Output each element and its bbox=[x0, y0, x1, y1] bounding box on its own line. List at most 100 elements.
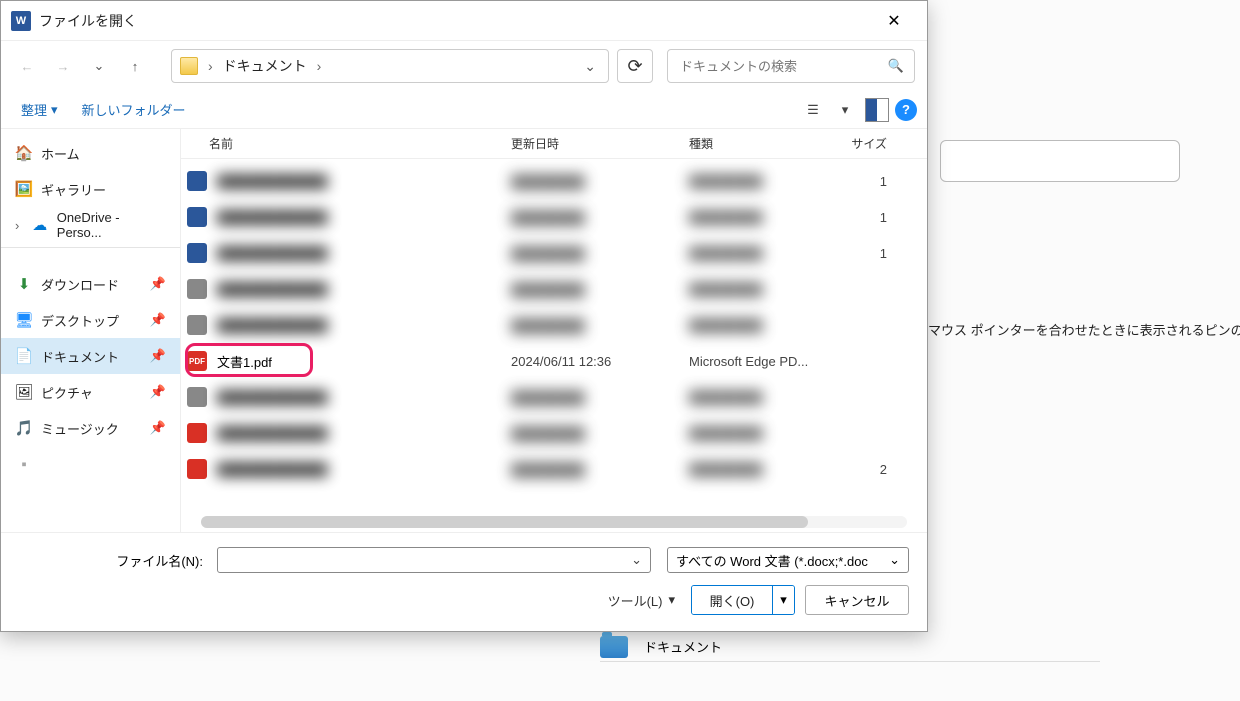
sidebar-item-label: ホーム bbox=[41, 144, 80, 163]
col-name[interactable]: 名前 bbox=[187, 135, 511, 152]
file-icon bbox=[187, 207, 207, 227]
tools-button[interactable]: ツール(L) ▾ bbox=[602, 587, 681, 614]
music-icon: 🎵 bbox=[15, 419, 33, 437]
file-type: ████████ bbox=[689, 282, 835, 297]
pin-icon[interactable]: 📌 bbox=[150, 276, 166, 292]
sidebar-item-label: ピクチャ bbox=[41, 383, 93, 402]
file-date: ████████ bbox=[511, 426, 689, 441]
address-bar[interactable]: › ドキュメント › ⌄ bbox=[171, 49, 609, 83]
file-row[interactable]: ████████████████████████████ bbox=[181, 415, 927, 451]
file-row-highlighted[interactable]: PDF文書1.pdf2024/06/11 12:36Microsoft Edge… bbox=[181, 343, 927, 379]
sidebar-item-gallery[interactable]: 🖼️ ギャラリー bbox=[1, 171, 180, 207]
file-size: 2 bbox=[835, 462, 895, 477]
file-type: ████████ bbox=[689, 174, 835, 189]
bg-hint-text: マウス ポインターを合わせたときに表示されるピンのアイ bbox=[928, 320, 1240, 339]
back-button[interactable]: ← bbox=[13, 52, 41, 80]
filename-input[interactable] bbox=[224, 552, 629, 569]
file-row[interactable]: ████████████████████████████2 bbox=[181, 451, 927, 487]
sidebar-item-label: ギャラリー bbox=[41, 180, 106, 199]
file-icon bbox=[187, 243, 207, 263]
view-mode-button[interactable]: ☰ bbox=[799, 96, 827, 124]
col-size[interactable]: サイズ bbox=[835, 135, 895, 152]
file-type: ████████ bbox=[689, 390, 835, 405]
file-name: 文書1.pdf bbox=[217, 352, 511, 371]
file-row[interactable]: ████████████████████████████1 bbox=[181, 235, 927, 271]
file-open-dialog: W ファイルを開く ✕ ← → ⌄ ↑ › ドキュメント › ⌄ ⟳ 🔍 整理 … bbox=[0, 0, 928, 632]
filename-input-wrap[interactable]: ⌄ bbox=[217, 547, 651, 573]
breadcrumb-folder[interactable]: ドキュメント bbox=[223, 56, 307, 76]
filetype-select[interactable]: すべての Word 文書 (*.docx;*.doc ⌄ bbox=[667, 547, 909, 573]
organize-button[interactable]: 整理 ▾ bbox=[11, 96, 68, 123]
cancel-button[interactable]: キャンセル bbox=[805, 585, 909, 615]
sidebar-item-more[interactable]: ▪ bbox=[1, 446, 180, 482]
gallery-icon: 🖼️ bbox=[15, 180, 33, 198]
navbar: ← → ⌄ ↑ › ドキュメント › ⌄ ⟳ 🔍 bbox=[1, 41, 927, 91]
filename-dropdown[interactable]: ⌄ bbox=[629, 552, 644, 568]
view-dropdown[interactable]: ▾ bbox=[831, 96, 859, 124]
sidebar-item-label: デスクトップ bbox=[41, 311, 119, 330]
chevron-down-icon: ▾ bbox=[668, 592, 675, 608]
file-row[interactable]: ████████████████████████████ bbox=[181, 379, 927, 415]
file-row[interactable]: ████████████████████████████1 bbox=[181, 199, 927, 235]
chevron-right-icon[interactable]: › bbox=[15, 218, 27, 233]
forward-button[interactable]: → bbox=[49, 52, 77, 80]
sidebar-item-music[interactable]: 🎵 ミュージック 📌 bbox=[1, 410, 180, 446]
file-name: ████████████ bbox=[217, 210, 511, 225]
pin-icon[interactable]: 📌 bbox=[150, 348, 166, 364]
col-type[interactable]: 種類 bbox=[689, 135, 835, 152]
sidebar-item-label: ドキュメント bbox=[41, 347, 119, 366]
file-area: 名前 更新日時 種類 サイズ █████████████████████████… bbox=[181, 129, 927, 532]
sidebar-item-home[interactable]: 🏠 ホーム bbox=[1, 135, 180, 171]
sidebar-item-label: ミュージック bbox=[41, 419, 119, 438]
footer-buttons: ツール(L) ▾ 開く(O) ▾ キャンセル bbox=[19, 585, 909, 615]
new-folder-button[interactable]: 新しいフォルダー bbox=[72, 96, 196, 123]
sidebar-item-documents[interactable]: 📄 ドキュメント 📌 bbox=[1, 338, 180, 374]
file-name: ████████████ bbox=[217, 462, 511, 477]
chevron-down-icon: ⌄ bbox=[889, 552, 900, 568]
pin-icon[interactable]: 📌 bbox=[150, 420, 166, 436]
file-list[interactable]: ████████████████████████████1███████████… bbox=[181, 159, 927, 516]
sidebar: 🏠 ホーム 🖼️ ギャラリー › ☁ OneDrive - Perso... ⬇… bbox=[1, 129, 181, 532]
search-input[interactable] bbox=[678, 58, 888, 75]
up-button[interactable]: ↑ bbox=[121, 52, 149, 80]
bg-folder-row[interactable]: ドキュメント bbox=[600, 632, 1100, 662]
file-row[interactable]: ████████████████████████████ bbox=[181, 271, 927, 307]
sidebar-item-desktop[interactable]: 🖥 デスクトップ 📌 bbox=[1, 302, 180, 338]
file-icon bbox=[187, 459, 207, 479]
address-dropdown[interactable]: ⌄ bbox=[580, 58, 600, 75]
file-row[interactable]: ████████████████████████████1 bbox=[181, 163, 927, 199]
open-dropdown[interactable]: ▾ bbox=[772, 586, 794, 614]
pictures-icon: 🖼 bbox=[15, 383, 33, 401]
folder-icon bbox=[600, 636, 628, 658]
file-icon bbox=[187, 387, 207, 407]
refresh-button[interactable]: ⟳ bbox=[617, 49, 653, 83]
file-type: ████████ bbox=[689, 426, 835, 441]
chevron-right-icon: › bbox=[317, 58, 322, 74]
pin-icon[interactable]: 📌 bbox=[150, 384, 166, 400]
bg-text-input[interactable] bbox=[940, 140, 1180, 182]
open-button[interactable]: 開く(O) bbox=[692, 586, 772, 614]
preview-pane-button[interactable] bbox=[863, 96, 891, 124]
preview-icon bbox=[865, 98, 889, 122]
scrollbar-thumb[interactable] bbox=[201, 516, 808, 528]
close-button[interactable]: ✕ bbox=[871, 5, 917, 37]
file-date: ████████ bbox=[511, 282, 689, 297]
filetype-label: すべての Word 文書 (*.docx;*.doc bbox=[676, 551, 889, 570]
sidebar-item-downloads[interactable]: ⬇ ダウンロード 📌 bbox=[1, 266, 180, 302]
help-button[interactable]: ? bbox=[895, 99, 917, 121]
folder-icon bbox=[180, 57, 198, 75]
file-type: ████████ bbox=[689, 462, 835, 477]
search-box[interactable]: 🔍 bbox=[667, 49, 915, 83]
file-row[interactable]: ████████████████████████████ bbox=[181, 307, 927, 343]
sidebar-item-pictures[interactable]: 🖼 ピクチャ 📌 bbox=[1, 374, 180, 410]
recent-dropdown[interactable]: ⌄ bbox=[85, 52, 113, 80]
horizontal-scrollbar[interactable] bbox=[201, 516, 907, 528]
word-icon: W bbox=[11, 11, 31, 31]
body-area: 🏠 ホーム 🖼️ ギャラリー › ☁ OneDrive - Perso... ⬇… bbox=[1, 129, 927, 532]
download-icon: ⬇ bbox=[15, 275, 33, 293]
sidebar-item-onedrive[interactable]: › ☁ OneDrive - Perso... bbox=[1, 207, 180, 243]
col-date[interactable]: 更新日時 bbox=[511, 135, 689, 152]
search-icon[interactable]: 🔍 bbox=[888, 58, 904, 74]
pin-icon[interactable]: 📌 bbox=[150, 312, 166, 328]
dialog-title: ファイルを開く bbox=[39, 11, 871, 31]
